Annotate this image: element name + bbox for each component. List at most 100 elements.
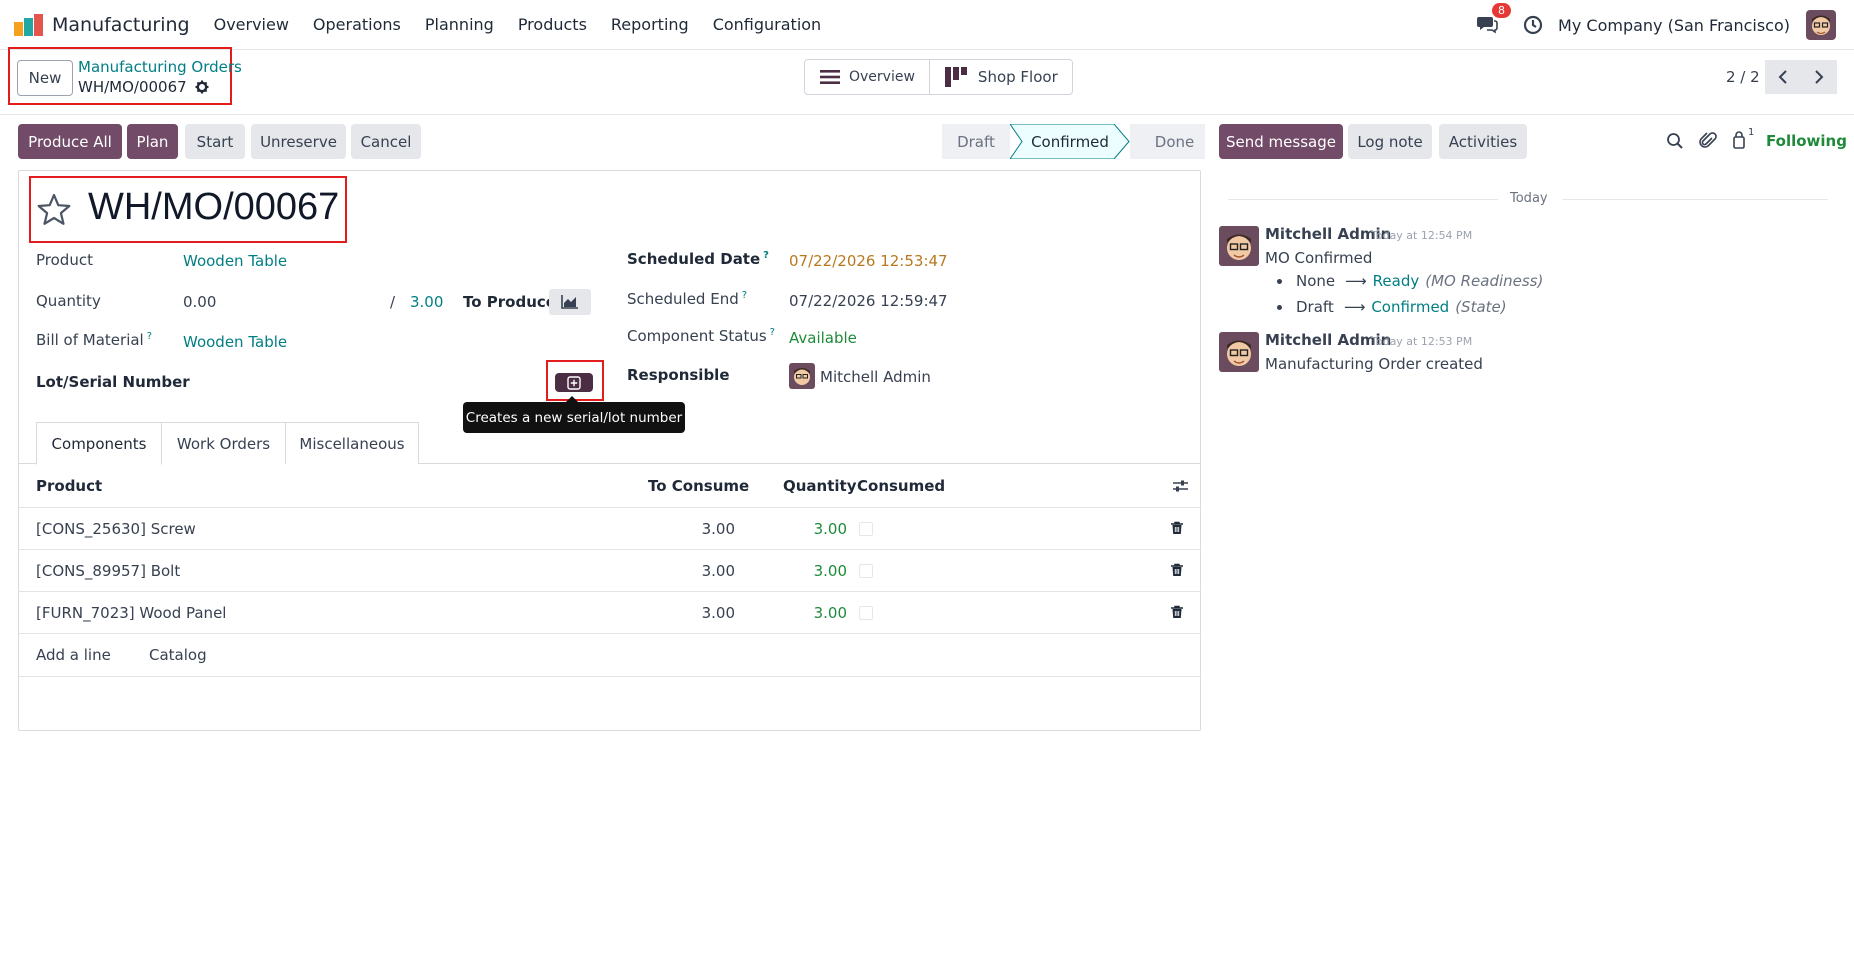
quantity-total[interactable]: 3.00 [410, 293, 443, 311]
log-note-button[interactable]: Log note [1348, 124, 1432, 159]
unreserve-button[interactable]: Unreserve [251, 124, 346, 159]
menu-operations[interactable]: Operations [313, 15, 401, 34]
star-icon[interactable] [36, 192, 72, 228]
row-consumed-checkbox[interactable] [859, 522, 873, 536]
scheduled-end-value[interactable]: 07/22/2026 12:59:47 [789, 292, 948, 310]
menu-products[interactable]: Products [518, 15, 587, 34]
breadcrumb-current-label: WH/MO/00067 [78, 78, 187, 96]
settings-sliders-icon[interactable] [1172, 478, 1189, 494]
row-quantity[interactable]: 3.00 [767, 520, 847, 538]
overview-view-button[interactable]: Overview [805, 60, 929, 94]
scheduled-end-help-mark[interactable]: ? [742, 290, 747, 301]
trash-icon[interactable] [1170, 605, 1184, 619]
bullet [1277, 304, 1282, 310]
row-quantity[interactable]: 3.00 [767, 604, 847, 622]
tracking-old-value: Draft [1296, 298, 1334, 316]
plan-button[interactable]: Plan [127, 124, 178, 159]
tab-miscellaneous[interactable]: Miscellaneous [285, 422, 419, 464]
app-brand[interactable]: Manufacturing [14, 13, 200, 36]
message-body: Manufacturing Order created [1265, 355, 1483, 373]
search-icon[interactable] [1666, 132, 1684, 150]
row-consumed-checkbox[interactable] [859, 564, 873, 578]
row-to-consume[interactable]: 3.00 [655, 604, 735, 622]
scheduled-end-label: Scheduled End? [627, 290, 747, 308]
chart-icon [561, 295, 578, 309]
messaging-menu[interactable]: 8 [1476, 3, 1512, 37]
message-avatar[interactable] [1219, 332, 1259, 372]
record-title: WH/MO/00067 [88, 186, 340, 228]
bom-value[interactable]: Wooden Table [183, 333, 287, 351]
tracking-item: Draft ⟶ Confirmed (State) [1277, 298, 1507, 316]
product-value[interactable]: Wooden Table [183, 252, 287, 270]
pager-value[interactable]: 2 / 2 [1726, 68, 1760, 86]
bullet [1277, 278, 1282, 284]
tab-work-orders[interactable]: Work Orders [161, 422, 286, 464]
user-avatar[interactable] [1806, 10, 1836, 40]
row-quantity[interactable]: 3.00 [767, 562, 847, 580]
pager-next-button[interactable] [1801, 60, 1837, 94]
stage-confirmed[interactable]: Confirmed [1010, 124, 1130, 159]
start-button[interactable]: Start [185, 124, 245, 159]
date-divider-right [1562, 199, 1828, 200]
trash-icon[interactable] [1170, 563, 1184, 577]
produce-all-button[interactable]: Produce All [18, 124, 122, 159]
create-lot-button[interactable] [555, 373, 593, 392]
catalog-link[interactable]: Catalog [149, 646, 207, 664]
col-product[interactable]: Product [36, 477, 102, 495]
scheduled-date-help-mark[interactable]: ? [763, 250, 769, 261]
clock-icon[interactable] [1522, 14, 1544, 36]
component-status-help-mark[interactable]: ? [770, 327, 775, 338]
company-switcher[interactable]: My Company (San Francisco) [1558, 16, 1790, 35]
stage-done[interactable]: Done [1130, 124, 1205, 159]
quantity-separator: / [390, 293, 396, 311]
new-button[interactable]: New [17, 60, 73, 96]
tracking-old-value: None [1296, 272, 1336, 290]
col-consumed[interactable]: Consumed [857, 477, 945, 495]
shop-floor-view-button[interactable]: Shop Floor [928, 60, 1072, 94]
control-panel: New Manufacturing Orders WH/MO/00067 Ove… [0, 47, 1854, 115]
send-message-button[interactable]: Send message [1219, 124, 1343, 159]
message-time: Today at 12:53 PM [1371, 335, 1473, 348]
row-product[interactable]: [CONS_89957] Bolt [36, 562, 180, 580]
menu-planning[interactable]: Planning [425, 15, 494, 34]
gear-icon[interactable] [195, 80, 209, 94]
row-consumed-checkbox[interactable] [859, 606, 873, 620]
scheduled-date-label: Scheduled Date? [627, 250, 769, 268]
scheduled-date-value[interactable]: 07/22/2026 12:53:47 [789, 252, 948, 270]
status-bar: Draft Confirmed Done [942, 124, 1205, 159]
responsible-label: Responsible [627, 366, 730, 384]
row-product[interactable]: [CONS_25630] Screw [36, 520, 196, 538]
responsible-value[interactable]: Mitchell Admin [820, 368, 931, 386]
message-body: MO Confirmed [1265, 249, 1373, 267]
breadcrumb-current: WH/MO/00067 [78, 78, 209, 96]
menu-reporting[interactable]: Reporting [611, 15, 689, 34]
arrow-right-icon: ⟶ [1343, 298, 1366, 316]
user-icon[interactable] [1731, 131, 1747, 149]
tracking-field: (State) [1455, 298, 1507, 316]
following-button[interactable]: Following [1766, 132, 1847, 150]
row-product[interactable]: [FURN_7023] Wood Panel [36, 604, 226, 622]
forecast-report-button[interactable] [549, 289, 591, 315]
message-avatar[interactable] [1219, 226, 1259, 266]
trash-icon[interactable] [1170, 521, 1184, 535]
col-to-consume[interactable]: To Consume [648, 477, 749, 495]
cancel-button[interactable]: Cancel [351, 124, 421, 159]
activities-button[interactable]: Activities [1439, 124, 1527, 159]
tab-components[interactable]: Components [36, 422, 162, 465]
quantity-input[interactable]: 0.00 [183, 293, 216, 311]
breadcrumb-parent[interactable]: Manufacturing Orders [78, 58, 242, 76]
menu-overview[interactable]: Overview [214, 15, 289, 34]
component-status-label-text: Component Status [627, 327, 767, 345]
row-to-consume[interactable]: 3.00 [655, 520, 735, 538]
pager-previous-button[interactable] [1765, 60, 1801, 94]
add-line-link[interactable]: Add a line [36, 646, 111, 664]
quantity-label: Quantity [36, 292, 101, 310]
row-to-consume[interactable]: 3.00 [655, 562, 735, 580]
paperclip-icon[interactable] [1699, 131, 1717, 151]
stage-draft[interactable]: Draft [942, 124, 1010, 159]
col-quantity[interactable]: Quantity [783, 477, 857, 495]
tracking-new-value: Ready [1372, 272, 1420, 290]
menu-configuration[interactable]: Configuration [713, 15, 822, 34]
bom-help-mark[interactable]: ? [147, 331, 152, 342]
responsible-avatar [789, 363, 815, 389]
